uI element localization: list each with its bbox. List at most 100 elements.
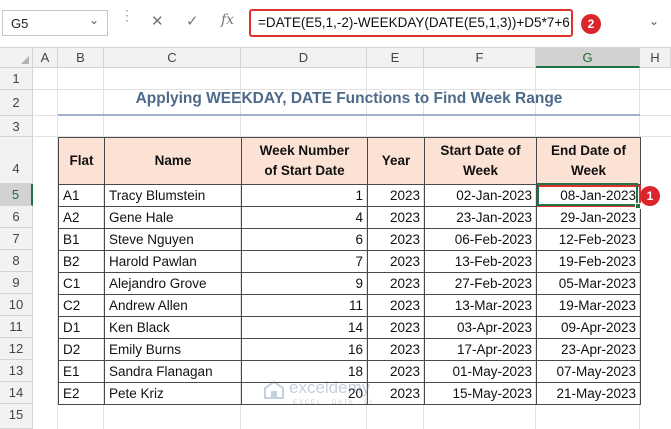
cell-end-date[interactable]: 12-Feb-2023 (536, 228, 641, 251)
cell-year[interactable]: 2023 (367, 206, 425, 229)
row-header[interactable]: 2 (0, 90, 33, 116)
cell-end-date[interactable]: 21-May-2023 (536, 382, 641, 405)
fill-handle[interactable] (635, 203, 641, 209)
cell-start-date[interactable]: 23-Jan-2023 (424, 206, 537, 229)
cell-year[interactable]: 2023 (367, 338, 425, 361)
cell-start-date[interactable]: 13-Feb-2023 (424, 250, 537, 273)
table-header-row: Flat Name Week Number of Start Date Year … (58, 137, 641, 185)
cell-week[interactable]: 6 (241, 228, 368, 251)
cell-start-date[interactable]: 02-Jan-2023 (424, 184, 537, 207)
cell-name[interactable]: Harold Pawlan (104, 250, 242, 273)
cell-flat[interactable]: C2 (58, 294, 105, 317)
cell-name[interactable]: Emily Burns (104, 338, 242, 361)
insert-function-icon[interactable]: fx (221, 12, 234, 28)
table-row: A1 Tracy Blumstein 1 2023 02-Jan-2023 08… (58, 184, 641, 207)
formula-input[interactable]: =DATE(E5,1,-2)-WEEKDAY(DATE(E5,1,3))+D5*… (249, 9, 573, 37)
cell-end-date[interactable]: 19-Feb-2023 (536, 250, 641, 273)
chevron-down-icon[interactable]: ⌄ (649, 14, 659, 28)
header-week-number: Week Number of Start Date (241, 137, 368, 185)
cell-flat[interactable]: A1 (58, 184, 105, 207)
step-badge-1: 1 (640, 186, 660, 206)
row-header[interactable]: 11 (0, 316, 33, 338)
column-header[interactable]: C (104, 48, 241, 68)
select-all-corner[interactable] (0, 48, 33, 68)
cell-flat[interactable]: D2 (58, 338, 105, 361)
row-header[interactable]: 12 (0, 338, 33, 360)
column-header-selected[interactable]: G (536, 48, 640, 68)
cell-flat[interactable]: E2 (58, 382, 105, 405)
cell-end-date[interactable]: 09-Apr-2023 (536, 316, 641, 339)
cell-start-date[interactable]: 03-Apr-2023 (424, 316, 537, 339)
row-header[interactable]: 1 (0, 68, 33, 90)
table-row: D1 Ken Black 14 2023 03-Apr-2023 09-Apr-… (58, 316, 641, 339)
row-header[interactable]: 4 (0, 137, 33, 184)
cell-end-date[interactable]: 07-May-2023 (536, 360, 641, 383)
cell-flat[interactable]: D1 (58, 316, 105, 339)
column-header[interactable]: H (640, 48, 671, 68)
cell-name[interactable]: Sandra Flanagan (104, 360, 242, 383)
cell-year[interactable]: 2023 (367, 316, 425, 339)
cell-start-date[interactable]: 27-Feb-2023 (424, 272, 537, 295)
column-header[interactable]: B (58, 48, 104, 68)
cell-name[interactable]: Gene Hale (104, 206, 242, 229)
row-header[interactable]: 14 (0, 382, 33, 404)
cell-week[interactable]: 1 (241, 184, 368, 207)
cell-year[interactable]: 2023 (367, 294, 425, 317)
cancel-icon[interactable]: ✕ (151, 12, 164, 30)
row-header[interactable]: 9 (0, 272, 33, 294)
row-header[interactable]: 13 (0, 360, 33, 382)
cell-name[interactable]: Pete Kriz (104, 382, 242, 405)
column-header[interactable]: D (241, 48, 367, 68)
cell-end-date[interactable]: 19-Mar-2023 (536, 294, 641, 317)
cell-start-date[interactable]: 15-May-2023 (424, 382, 537, 405)
cell-name[interactable]: Andrew Allen (104, 294, 242, 317)
cell-week[interactable]: 11 (241, 294, 368, 317)
table-row: C2 Andrew Allen 11 2023 13-Mar-2023 19-M… (58, 294, 641, 317)
cell-year[interactable]: 2023 (367, 250, 425, 273)
header-flat: Flat (58, 137, 105, 185)
cell-end-date-selected[interactable]: 08-Jan-2023 (536, 184, 641, 207)
cell-year[interactable]: 2023 (367, 272, 425, 295)
row-header-selected[interactable]: 5 (0, 184, 33, 206)
cell-start-date[interactable]: 17-Apr-2023 (424, 338, 537, 361)
cell-year[interactable]: 2023 (367, 184, 425, 207)
cell-year[interactable]: 2023 (367, 228, 425, 251)
row-header[interactable]: 10 (0, 294, 33, 316)
cell-name[interactable]: Alejandro Grove (104, 272, 242, 295)
cell-end-date[interactable]: 05-Mar-2023 (536, 272, 641, 295)
cell-week[interactable]: 16 (241, 338, 368, 361)
column-header[interactable]: E (367, 48, 424, 68)
cell-week[interactable]: 7 (241, 250, 368, 273)
cell-week[interactable]: 4 (241, 206, 368, 229)
cell-name[interactable]: Steve Nguyen (104, 228, 242, 251)
enter-icon[interactable]: ✓ (186, 12, 199, 30)
row-header[interactable]: 7 (0, 228, 33, 250)
cell-flat[interactable]: C1 (58, 272, 105, 295)
row-header[interactable]: 3 (0, 116, 33, 137)
cell-name[interactable]: Tracy Blumstein (104, 184, 242, 207)
cell-flat[interactable]: B2 (58, 250, 105, 273)
cell-flat[interactable]: E1 (58, 360, 105, 383)
drag-handle-icon[interactable]: ⋮ (120, 8, 134, 22)
cell-week[interactable]: 14 (241, 316, 368, 339)
cell-start-date[interactable]: 01-May-2023 (424, 360, 537, 383)
column-header[interactable]: F (424, 48, 536, 68)
worksheet[interactable]: Applying WEEKDAY, DATE Functions to Find… (33, 68, 671, 429)
row-header[interactable]: 15 (0, 404, 33, 429)
cell-week[interactable]: 9 (241, 272, 368, 295)
column-header[interactable]: A (33, 48, 58, 68)
cell-flat[interactable]: B1 (58, 228, 105, 251)
cell-start-date[interactable]: 06-Feb-2023 (424, 228, 537, 251)
cell-flat[interactable]: A2 (58, 206, 105, 229)
row-header[interactable]: 8 (0, 250, 33, 272)
cell-name[interactable]: Ken Black (104, 316, 242, 339)
header-start-date: Start Date of Week (424, 137, 537, 185)
cell-end-date[interactable]: 29-Jan-2023 (536, 206, 641, 229)
sheet-title: Applying WEEKDAY, DATE Functions to Find… (135, 90, 563, 107)
name-box[interactable]: G5 ⌄ (2, 10, 108, 36)
chevron-down-icon[interactable]: ⌄ (89, 13, 99, 27)
cell-end-date[interactable]: 23-Apr-2023 (536, 338, 641, 361)
row-header[interactable]: 6 (0, 206, 33, 228)
week-range-table: Flat Name Week Number of Start Date Year … (58, 137, 641, 405)
cell-start-date[interactable]: 13-Mar-2023 (424, 294, 537, 317)
